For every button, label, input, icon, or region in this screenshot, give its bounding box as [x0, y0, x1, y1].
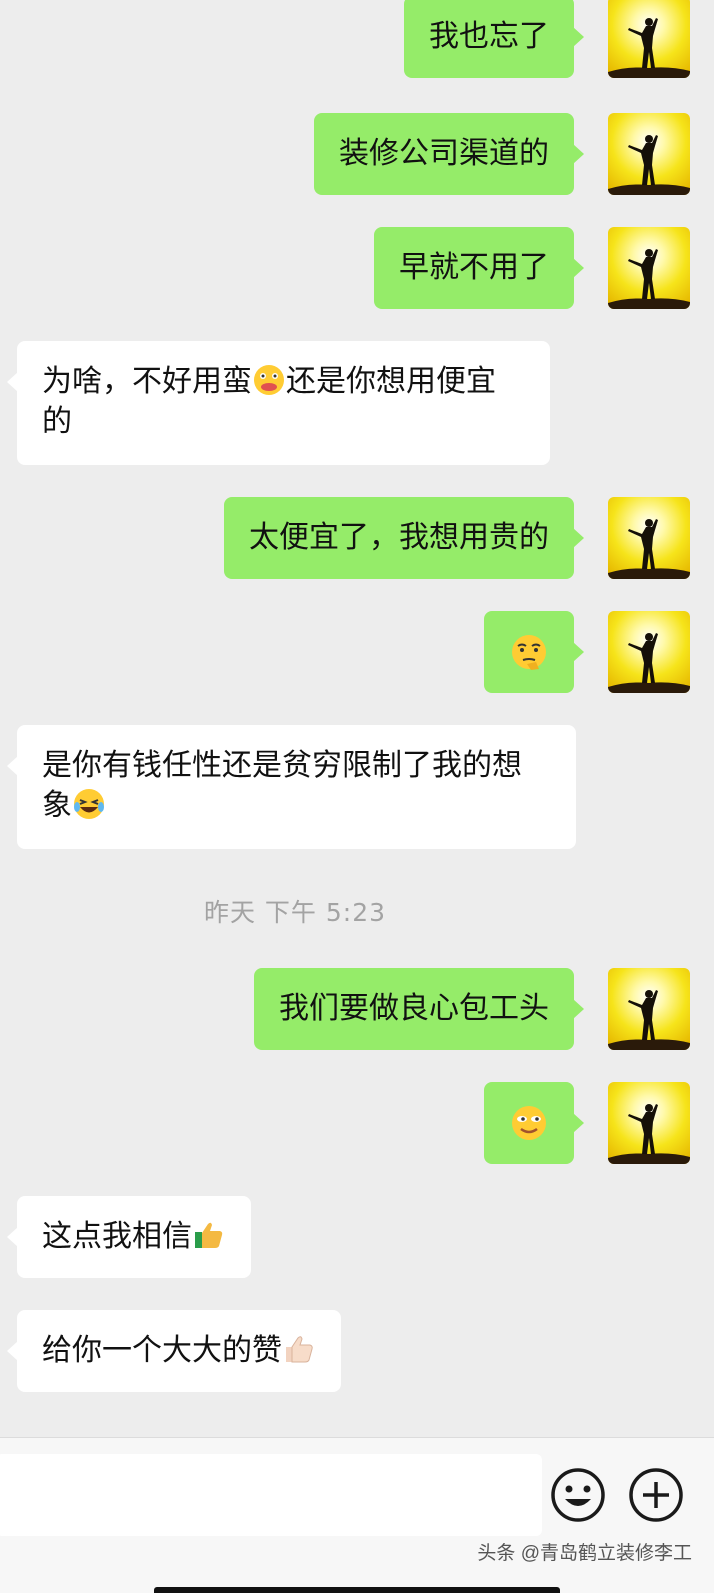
message-text: 我们要做良心包工头 — [279, 991, 549, 1026]
my-avatar[interactable] — [608, 497, 690, 579]
message-text: 太便宜了，我想用贵的 — [249, 520, 549, 555]
received-message-bubble[interactable]: 为啥，不好用蛮 还是你想用便宜的 — [7, 341, 550, 465]
message-text: 给你一个大大的赞 — [42, 1333, 282, 1368]
my-avatar[interactable] — [608, 113, 690, 195]
input-toolbar: 头条 @青岛鹤立装修李工 — [0, 1437, 714, 1593]
grimace-emoji-icon — [254, 365, 284, 395]
more-button[interactable] — [627, 1466, 685, 1524]
sent-message-bubble[interactable]: 早就不用了 — [374, 227, 584, 309]
my-avatar[interactable] — [608, 227, 690, 309]
plus-circle-icon — [629, 1468, 683, 1522]
received-message-bubble[interactable]: 是你有钱任性还是贫穷限制了我的想象 — [7, 725, 576, 849]
message-text: 早就不用了 — [399, 250, 549, 285]
thumbs-up-emoji-icon — [195, 1222, 223, 1248]
sent-message-bubble[interactable]: 我也忘了 — [404, 0, 584, 78]
message-text: 装修公司渠道的 — [339, 136, 549, 171]
chat-history[interactable]: 我也忘了 装修公司渠道的 早就不用了 为啥，不好用蛮 还是你想用便宜的 太便宜了，… — [0, 0, 714, 1437]
sent-emoji-bubble[interactable] — [484, 611, 584, 693]
message-input[interactable] — [0, 1454, 542, 1536]
home-indicator — [154, 1587, 560, 1593]
message-text: 我也忘了 — [429, 19, 549, 54]
message-text: 是你有钱任性还是贫穷限制了我的想象 — [42, 748, 522, 823]
my-avatar[interactable] — [608, 1082, 690, 1164]
received-message-bubble[interactable]: 这点我相信 — [7, 1196, 251, 1278]
emoji-button[interactable] — [549, 1466, 607, 1524]
received-message-bubble[interactable]: 给你一个大大的赞 — [7, 1310, 341, 1392]
message-text: 为啥，不好用蛮 — [42, 364, 252, 399]
sent-message-bubble[interactable]: 装修公司渠道的 — [314, 113, 584, 195]
sent-emoji-bubble[interactable] — [484, 1082, 584, 1164]
my-avatar[interactable] — [608, 0, 690, 78]
thinking-emoji-icon — [512, 635, 546, 670]
smiley-face-icon — [551, 1468, 605, 1522]
laughing-tears-emoji-icon — [74, 789, 104, 819]
sent-message-bubble[interactable]: 太便宜了，我想用贵的 — [224, 497, 584, 579]
my-avatar[interactable] — [608, 968, 690, 1050]
thumbs-up-light-emoji-icon — [286, 1336, 313, 1363]
sent-message-bubble[interactable]: 我们要做良心包工头 — [254, 968, 584, 1050]
timestamp: 昨天 下午 5:23 — [203, 898, 387, 927]
message-text: 这点我相信 — [42, 1219, 192, 1254]
smug-smile-emoji-icon — [512, 1106, 546, 1140]
watermark: 头条 @青岛鹤立装修李工 — [477, 1543, 692, 1564]
my-avatar[interactable] — [608, 611, 690, 693]
